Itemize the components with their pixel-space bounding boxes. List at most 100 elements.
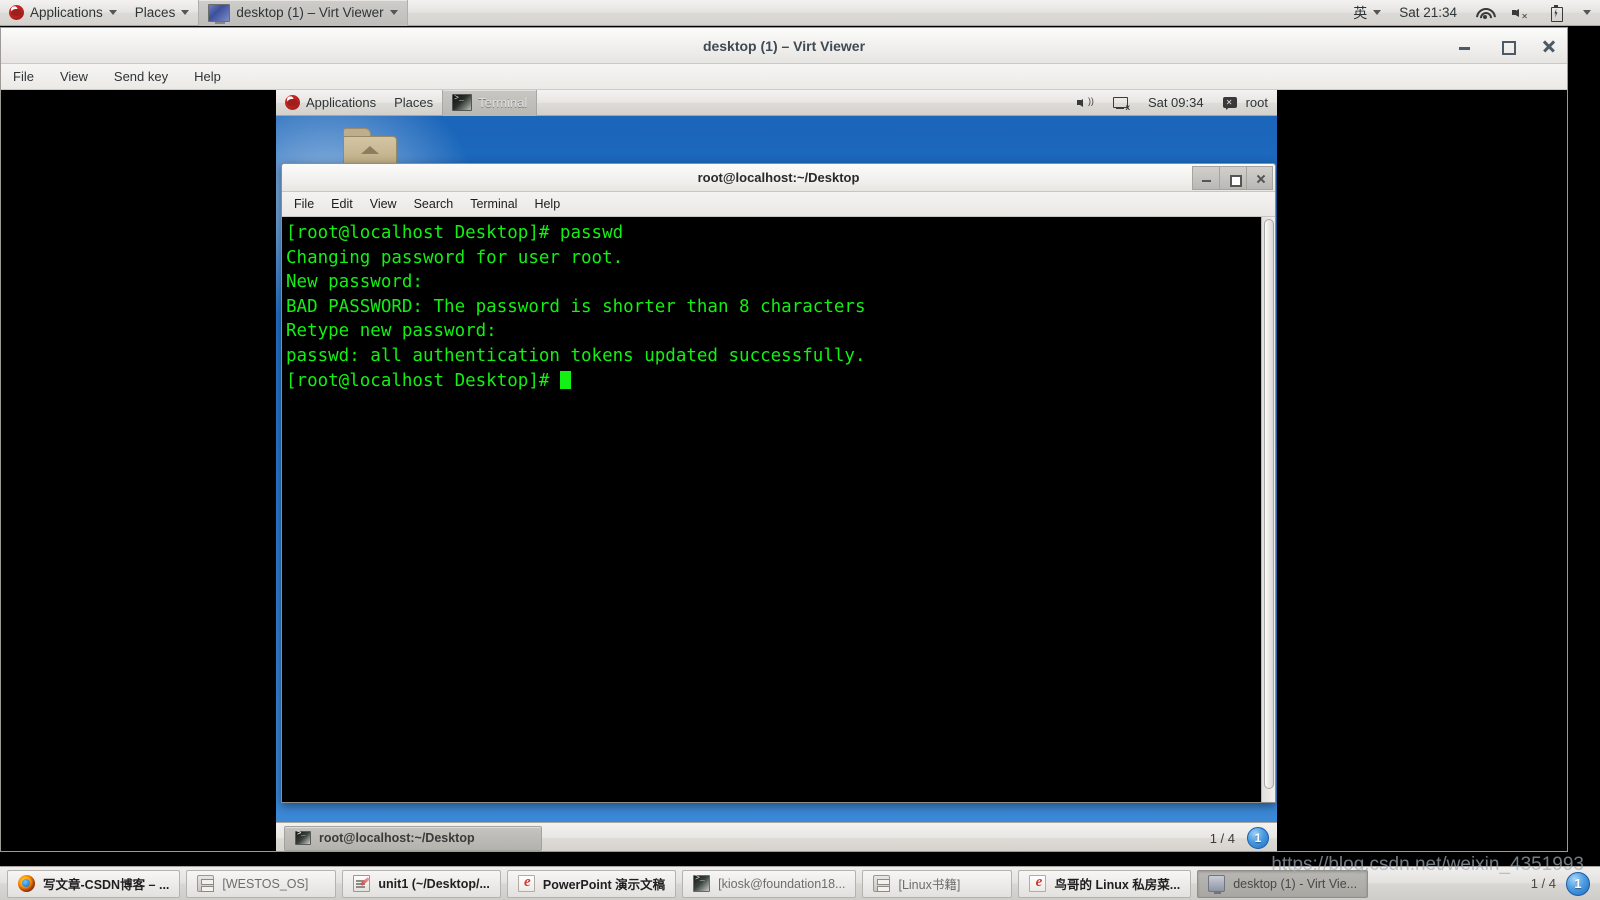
- vm-icon: [1208, 875, 1226, 894]
- minimize-icon[interactable]: [1192, 166, 1219, 190]
- guest-task-label: Terminal: [478, 95, 528, 110]
- terminal-menu-help[interactable]: Help: [534, 197, 560, 211]
- host-workspace-orb[interactable]: 1: [1566, 871, 1590, 896]
- taskbar-item-firefox[interactable]: 写文章-CSDN博客 – ...: [7, 869, 181, 898]
- guest-desktop[interactable]: Applications Places Terminal )) x Sat 09: [276, 90, 1277, 851]
- terminal-icon: [693, 874, 711, 892]
- host-clock-label: Sat 21:34: [1399, 5, 1457, 20]
- host-tray[interactable]: [1466, 0, 1502, 26]
- guest-places-label: Places: [394, 95, 434, 110]
- host-battery-tray[interactable]: [1538, 0, 1574, 26]
- taskbar-item-label: desktop (1) - Virt Vie...: [1233, 876, 1358, 891]
- guest-volume-tray[interactable]: )): [1067, 90, 1103, 116]
- redhat-logo-icon: [285, 95, 300, 110]
- terminal-titlebar[interactable]: root@localhost:~/Desktop: [282, 164, 1275, 192]
- guest-applications-label: Applications: [306, 95, 377, 110]
- terminal-menu-terminal[interactable]: Terminal: [470, 197, 517, 211]
- terminal-window-controls: [1192, 166, 1273, 190]
- terminal-icon: [295, 830, 311, 845]
- host-volume-tray[interactable]: ✕: [1502, 0, 1538, 26]
- taskbar-item-unit1[interactable]: unit1 (~/Desktop/...: [342, 869, 501, 898]
- minimize-icon[interactable]: [1457, 38, 1473, 54]
- terminal-scrollbar-thumb[interactable]: [1264, 219, 1274, 789]
- network-disconnected-icon[interactable]: x: [1112, 94, 1130, 112]
- host-language-indicator[interactable]: 英: [1344, 0, 1390, 26]
- gedit-icon: [353, 875, 371, 892]
- host-applications-label: Applications: [30, 5, 103, 20]
- taskbar-item-powerpoint[interactable]: PowerPoint 演示文稿: [506, 869, 677, 898]
- chevron-down-icon: [1583, 10, 1591, 15]
- archive-icon: [873, 875, 891, 892]
- terminal-menubar: File Edit View Search Terminal Help: [282, 192, 1275, 217]
- redhat-logo-icon: [9, 5, 24, 20]
- guest-taskbar-item-terminal[interactable]: root@localhost:~/Desktop: [284, 825, 542, 851]
- guest-applications-menu[interactable]: Applications: [276, 90, 385, 116]
- guest-user-menu[interactable]: ✕ root: [1213, 90, 1277, 116]
- terminal-line: Retype new password:: [286, 321, 497, 342]
- taskbar-item-linux-books[interactable]: [Linux书籍]: [862, 869, 1013, 898]
- taskbar-item-virt-viewer[interactable]: desktop (1) - Virt Vie...: [1197, 869, 1369, 898]
- guest-network-tray[interactable]: x: [1103, 90, 1139, 116]
- taskbar-item-westos-os[interactable]: [WESTOS_OS]: [186, 869, 337, 898]
- terminal-menu-view[interactable]: View: [370, 197, 397, 211]
- guest-taskbar-item-label: root@localhost:~/Desktop: [319, 831, 475, 845]
- chevron-down-icon: [108, 10, 117, 15]
- terminal-body[interactable]: [root@localhost Desktop]# passwd Changin…: [282, 217, 1275, 802]
- guest-user-label: root: [1245, 95, 1268, 110]
- terminal-line: New password:: [286, 272, 423, 293]
- terminal-menu-edit[interactable]: Edit: [331, 197, 353, 211]
- terminal-thumbnail-icon: [452, 94, 473, 111]
- gnome-terminal-window[interactable]: root@localhost:~/Desktop File Edit View …: [281, 163, 1276, 803]
- maximize-icon[interactable]: [1499, 38, 1516, 55]
- host-tray-menu[interactable]: [1574, 0, 1600, 26]
- virt-viewer-window: desktop (1) – Virt Viewer File View Send…: [0, 27, 1568, 852]
- guest-bottom-panel: root@localhost:~/Desktop 1 / 4 1: [276, 822, 1277, 851]
- virt-viewer-viewport[interactable]: Applications Places Terminal )) x Sat 09: [1, 90, 1567, 851]
- window-thumbnail-icon: [208, 3, 231, 24]
- guest-clock[interactable]: Sat 09:34: [1139, 90, 1213, 116]
- terminal-scrollbar[interactable]: [1261, 217, 1275, 802]
- guest-workspace-count: 1 / 4: [1209, 830, 1235, 846]
- host-clock[interactable]: Sat 21:34: [1390, 0, 1466, 26]
- terminal-line: Changing password for user root.: [286, 247, 624, 268]
- terminal-prompt-line: [root@localhost Desktop]#: [286, 370, 560, 391]
- battery-charging-icon[interactable]: [1547, 4, 1565, 22]
- taskbar-item-label: [WESTOS_OS]: [222, 876, 309, 891]
- virt-viewer-menubar: File View Send key Help: [1, 64, 1567, 90]
- host-places-menu[interactable]: Places: [126, 0, 199, 26]
- menu-file[interactable]: File: [10, 67, 37, 86]
- menu-help[interactable]: Help: [191, 67, 224, 86]
- menu-send-key[interactable]: Send key: [111, 67, 171, 86]
- terminal-output[interactable]: [root@localhost Desktop]# passwd Changin…: [282, 217, 1261, 802]
- host-window-task-virt-viewer[interactable]: desktop (1) – Virt Viewer: [198, 0, 408, 26]
- virt-viewer-window-controls: [1457, 28, 1557, 64]
- terminal-line: [root@localhost Desktop]# passwd: [286, 223, 624, 243]
- wifi-icon[interactable]: [1475, 4, 1493, 22]
- taskbar-item-niaoge-linux[interactable]: 鸟哥的 Linux 私房菜...: [1018, 869, 1192, 898]
- taskbar-item-label: [kiosk@foundation18...: [718, 876, 846, 891]
- close-icon[interactable]: [1246, 166, 1273, 190]
- maximize-icon[interactable]: [1219, 166, 1246, 190]
- close-icon[interactable]: [1541, 38, 1557, 54]
- terminal-menu-search[interactable]: Search: [414, 197, 454, 211]
- powerpoint-icon: [1029, 874, 1047, 892]
- powerpoint-icon: [517, 874, 536, 892]
- guest-workspace-orb[interactable]: 1: [1247, 827, 1269, 849]
- menu-view[interactable]: View: [57, 67, 91, 86]
- chevron-down-icon: [1373, 10, 1382, 15]
- taskbar-item-kiosk-terminal[interactable]: [kiosk@foundation18...: [682, 869, 857, 898]
- user-chat-icon: ✕: [1222, 94, 1240, 112]
- host-applications-menu[interactable]: Applications: [0, 0, 126, 26]
- host-active-task-label: desktop (1) – Virt Viewer: [236, 5, 384, 20]
- host-taskbar: 写文章-CSDN博客 – ... [WESTOS_OS] unit1 (~/De…: [0, 866, 1600, 900]
- guest-clock-label: Sat 09:34: [1147, 95, 1204, 110]
- chevron-down-icon: [389, 10, 398, 15]
- virt-viewer-titlebar[interactable]: desktop (1) – Virt Viewer: [1, 28, 1567, 64]
- guest-places-menu[interactable]: Places: [385, 90, 442, 116]
- guest-top-panel: Applications Places Terminal )) x Sat 09: [276, 90, 1277, 116]
- guest-window-task-terminal[interactable]: Terminal: [442, 90, 538, 116]
- speaker-muted-icon[interactable]: ✕: [1511, 4, 1529, 22]
- terminal-menu-file[interactable]: File: [294, 197, 314, 211]
- taskbar-item-label: [Linux书籍]: [898, 878, 961, 892]
- speaker-icon[interactable]: )): [1076, 94, 1094, 112]
